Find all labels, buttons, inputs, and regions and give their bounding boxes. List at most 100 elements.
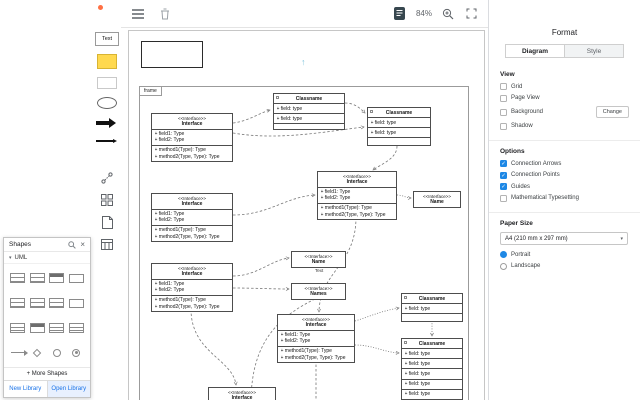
uml-interface-node[interactable]: <<Interface>>Interface+ field1: Type+ fi…	[317, 171, 397, 220]
shape-grid	[4, 264, 90, 367]
close-icon[interactable]: ×	[80, 241, 85, 249]
shape-thumbnail-class[interactable]	[28, 271, 47, 285]
new-library-button[interactable]: New Library	[4, 381, 47, 397]
uml-interface-node[interactable]: <<Interface>>Name	[413, 191, 461, 208]
uml-interface-node[interactable]: <<Interface>>Interface+ field1: Type+ fi…	[151, 263, 233, 312]
option-row: Page View	[500, 95, 629, 102]
uml-interface-node[interactable]: <<Interface>>Interface+ field1: Type+ fi…	[151, 113, 233, 162]
option-label: Background	[511, 109, 543, 115]
uml-interface-node[interactable]: <<Interface>>Interface+ field1: Type+ fi…	[151, 193, 233, 242]
collapse-up-arrow[interactable]: ↑	[301, 57, 306, 67]
text-tool[interactable]: Text	[95, 32, 119, 46]
collapse-icon[interactable]	[404, 341, 408, 345]
waypoints-icon[interactable]	[100, 171, 114, 185]
uml-member: + field: type	[371, 120, 428, 126]
fullscreen-icon[interactable]	[464, 7, 478, 21]
orientation-row: Landscape	[500, 263, 629, 270]
shape-thumbnail-class[interactable]	[8, 296, 27, 310]
option-row: ✓Guides	[500, 183, 629, 190]
uml-node-title: <<Interface>>Interface	[278, 315, 354, 331]
options-section: Options ✓Connection Arrows✓Connection Po…	[489, 143, 640, 210]
uml-member: + field2: Type	[321, 195, 394, 201]
basic-shapes-icon[interactable]	[100, 193, 114, 207]
shape-thumbnail-diamond[interactable]	[28, 346, 47, 360]
shape-thumbnail-line[interactable]	[8, 346, 27, 360]
shape-thumbnail-class[interactable]	[67, 321, 86, 335]
option-label: Page View	[511, 95, 540, 101]
shape-thumbnail-ring[interactable]	[67, 346, 86, 360]
shape-thumbnail-class[interactable]	[47, 321, 66, 335]
thin-arrow-tool[interactable]	[96, 137, 118, 145]
checkbox[interactable]	[500, 95, 507, 102]
table-icon[interactable]	[100, 237, 114, 251]
collapse-icon[interactable]	[276, 96, 280, 100]
tab-diagram[interactable]: Diagram	[505, 44, 565, 58]
uml-node-name: Interface	[154, 201, 230, 207]
change-background-button[interactable]: Change	[596, 106, 629, 118]
zoom-level[interactable]: 84%	[416, 9, 432, 18]
landscape-radio[interactable]	[500, 263, 507, 270]
shape-thumbnail-class[interactable]	[28, 296, 47, 310]
shape-thumbnail-plain[interactable]	[67, 271, 86, 285]
uml-interface-node[interactable]: <<Interface>>Interface	[208, 387, 276, 400]
tab-style[interactable]: Style	[564, 44, 624, 58]
portrait-radio[interactable]	[500, 251, 507, 258]
checkbox[interactable]	[500, 195, 507, 202]
shape-thumbnail-titled[interactable]	[28, 321, 47, 335]
shape-thumbnail-circle[interactable]	[47, 346, 66, 360]
checkbox[interactable]	[500, 123, 507, 130]
uml-member: + field: type	[405, 371, 460, 377]
collapse-icon[interactable]	[370, 110, 374, 114]
shape-thumbnail-class[interactable]	[8, 321, 27, 335]
divider	[489, 212, 640, 213]
uml-node-title: <<Interface>>Name	[414, 192, 460, 207]
uml-class-node[interactable]: Classname+ field: type+ field: type	[367, 107, 431, 146]
uml-node-title: <<Interface>>Interface	[318, 172, 396, 188]
note-icon[interactable]	[100, 215, 114, 229]
shape-thumbnail-class[interactable]	[8, 271, 27, 285]
search-icon[interactable]	[67, 240, 76, 249]
uml-member: + method2(Type, Type): Type	[321, 212, 394, 218]
uml-node-name: Name	[416, 199, 458, 205]
blank-rectangle-node[interactable]	[141, 41, 203, 68]
text-tool-label: Text	[102, 36, 112, 42]
uml-node-title: <<Interface>>Interface	[152, 114, 232, 130]
checkbox[interactable]: ✓	[500, 160, 507, 167]
shape-thumbnail-titled[interactable]	[47, 271, 66, 285]
uml-section-toggle[interactable]: ▾ UML	[4, 252, 90, 264]
outline-icon[interactable]	[393, 7, 407, 21]
uml-interface-node[interactable]: <<Interface>>Interface+ field1: Type+ fi…	[277, 314, 355, 363]
canvas-page[interactable]: frame Classname+ field: type+ field: typ…	[128, 30, 485, 400]
menu-icon[interactable]	[131, 7, 145, 21]
uml-node-name: Classname	[404, 341, 460, 347]
zoom-in-icon[interactable]	[441, 7, 455, 21]
orientation-label: Landscape	[511, 263, 540, 269]
uml-class-node[interactable]: Classname+ field: type+ field: type+ fie…	[401, 338, 463, 400]
uml-interface-node[interactable]: <<Interface>>Names	[291, 283, 346, 300]
checkbox[interactable]: ✓	[500, 172, 507, 179]
ellipse-tool[interactable]	[97, 97, 117, 109]
checkbox[interactable]	[500, 109, 507, 116]
uml-interface-node[interactable]: <<Interface>>Name	[291, 251, 346, 268]
more-shapes-button[interactable]: + More Shapes	[4, 367, 90, 380]
shape-picker-strip: Text	[93, 32, 121, 251]
options-heading: Options	[500, 148, 629, 155]
checkbox[interactable]: ✓	[500, 183, 507, 190]
collapse-icon[interactable]	[404, 296, 408, 300]
paper-size-select[interactable]: A4 (210 mm x 297 mm) ▾	[500, 232, 628, 245]
option-label: Connection Points	[511, 172, 560, 178]
open-library-button[interactable]: Open Library	[47, 381, 91, 397]
format-panel-tabs: DiagramStyle	[505, 44, 624, 58]
checkbox[interactable]	[500, 83, 507, 90]
shape-thumbnail-plain[interactable]	[67, 296, 86, 310]
uml-class-node[interactable]: Classname+ field: type	[401, 293, 463, 322]
shape-thumbnail-class[interactable]	[47, 296, 66, 310]
uml-member: + field: type	[277, 116, 342, 122]
sticky-note-tool[interactable]	[97, 54, 117, 69]
delete-icon[interactable]	[158, 7, 172, 21]
note-tool[interactable]	[97, 77, 117, 89]
uml-member: + method2(Type, Type): Type	[155, 154, 230, 160]
uml-member: + field: type	[277, 106, 342, 112]
uml-class-node[interactable]: Classname+ field: type+ field: type	[273, 93, 345, 130]
bold-arrow-tool[interactable]	[96, 117, 118, 129]
